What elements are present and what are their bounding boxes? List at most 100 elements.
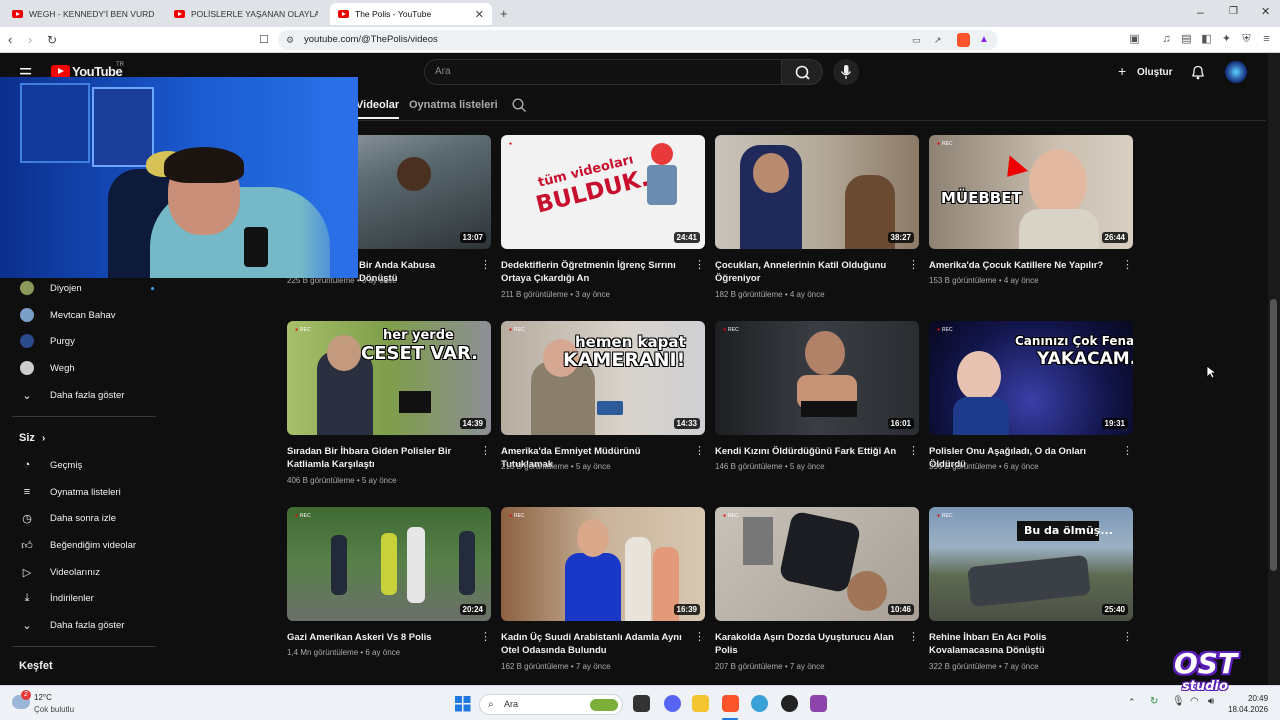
sidebar-show-more-subscriptions[interactable]: ⌄ Daha fazla göster bbox=[20, 386, 160, 404]
minimize-icon[interactable]: – bbox=[1197, 5, 1204, 19]
more-options-icon[interactable]: ⋮ bbox=[908, 631, 919, 643]
close-window-icon[interactable]: ✕ bbox=[1261, 5, 1270, 18]
video-thumbnail[interactable]: 38:27 bbox=[715, 135, 919, 249]
app-icon[interactable] bbox=[751, 695, 768, 712]
sidebar-item-history[interactable]: ◔ Geçmiş bbox=[20, 456, 160, 474]
sidebar-subscription-diyojen[interactable]: Diyojen bbox=[20, 279, 160, 297]
browser-tab-3-active[interactable]: The Polis - YouTube ✕ bbox=[330, 3, 492, 25]
video-thumbnail[interactable]: REC hemen kapat KAMERANI! 14:33 bbox=[501, 321, 705, 435]
obs-icon[interactable] bbox=[781, 695, 798, 712]
brave-browser-icon[interactable] bbox=[722, 695, 739, 712]
bookmark-icon[interactable]: ☐ bbox=[259, 32, 269, 48]
channel-search-icon[interactable] bbox=[512, 98, 527, 118]
new-tab-icon[interactable]: + bbox=[500, 6, 508, 21]
video-title[interactable]: Kendi Kızını Öldürdüğünü Fark Ettiği An bbox=[715, 445, 901, 458]
video-title[interactable]: Çocukları, Annelerinin Katil Olduğunu Öğ… bbox=[715, 259, 901, 285]
reload-icon[interactable]: ↻ bbox=[47, 32, 57, 48]
sidebar-subscription-mevtcan[interactable]: Mevtcan Bahav bbox=[20, 306, 160, 324]
view-count: 406 B görüntüleme bbox=[287, 476, 355, 485]
video-thumbnail[interactable]: REC her yerde CESET VAR. 14:39 bbox=[287, 321, 491, 435]
task-view-icon[interactable] bbox=[633, 695, 650, 712]
thumbnail-figure bbox=[407, 527, 425, 603]
more-options-icon[interactable]: ⋮ bbox=[480, 259, 491, 271]
clock-date[interactable]: 18.04.2026 bbox=[1228, 705, 1268, 714]
browser-tab-1[interactable]: WEGH - KENNEDY'İ BEN VURDUM (O bbox=[4, 3, 162, 25]
sidebar-you-heading[interactable]: Siz › bbox=[19, 432, 45, 444]
chevron-up-icon[interactable]: ⌃ bbox=[1128, 697, 1136, 708]
page-scrollbar[interactable] bbox=[1270, 299, 1277, 571]
leo-ai-icon[interactable]: ✦ bbox=[1220, 33, 1233, 46]
browser-tab-2[interactable]: POLİSLERLE YAŞANAN OLAYLAR #1 bbox=[166, 3, 326, 25]
close-tab-icon[interactable]: ✕ bbox=[475, 8, 484, 21]
create-button[interactable]: Oluştur bbox=[1137, 67, 1173, 78]
more-options-icon[interactable]: ⋮ bbox=[908, 445, 919, 457]
more-options-icon[interactable]: ⋮ bbox=[694, 259, 705, 271]
video-title[interactable]: Amerika'da Çocuk Katillere Ne Yapılır? bbox=[929, 259, 1115, 272]
forward-icon[interactable]: › bbox=[28, 32, 32, 48]
thumbnail-overlay-line2: YAKACAM. bbox=[1037, 349, 1133, 369]
menu-icon[interactable]: ≡ bbox=[1260, 33, 1273, 46]
weather-temp[interactable]: 12°C bbox=[34, 693, 52, 702]
video-title[interactable]: Gazi Amerikan Askeri Vs 8 Polis bbox=[287, 631, 473, 644]
more-options-icon[interactable]: ⋮ bbox=[694, 631, 705, 643]
account-avatar[interactable] bbox=[1225, 61, 1247, 83]
vpn-icon[interactable]: ⛨ bbox=[1240, 33, 1253, 46]
video-title[interactable]: Karakolda Aşırı Dozda Uyuşturucu Alan Po… bbox=[715, 631, 901, 657]
search-input[interactable]: Ara bbox=[424, 59, 782, 85]
sidebar-item-liked-videos[interactable]: 👍︎ Beğendiğim videolar bbox=[20, 536, 160, 554]
sidebar-item-downloads[interactable]: ⤓ İndirilenler bbox=[20, 589, 160, 607]
voice-search-button[interactable] bbox=[833, 59, 859, 85]
search-highlight-icon bbox=[590, 699, 618, 711]
address-bar[interactable]: ⚙ youtube.com/@ThePolis/videos ▭ ↗ ▲ bbox=[278, 30, 998, 50]
video-thumbnail[interactable]: REC 10:46 bbox=[715, 507, 919, 621]
file-explorer-icon[interactable] bbox=[692, 695, 709, 712]
search-button[interactable] bbox=[781, 59, 823, 85]
sidebar-subscription-purgy[interactable]: Purgy bbox=[20, 332, 160, 350]
sidebar-item-your-videos[interactable]: ▷ Videolarınız bbox=[20, 563, 160, 581]
more-options-icon[interactable]: ⋮ bbox=[480, 631, 491, 643]
video-title[interactable]: Dedektiflerin Öğretmenin İğrenç Sırrını … bbox=[501, 259, 687, 285]
music-icon[interactable]: ♫ bbox=[1160, 33, 1173, 46]
brave-shields-icon[interactable] bbox=[957, 33, 970, 47]
tray-app-icon[interactable]: ↻ bbox=[1150, 696, 1158, 707]
tab-videos[interactable]: Videolar bbox=[356, 99, 400, 119]
more-options-icon[interactable]: ⋮ bbox=[1122, 445, 1133, 457]
more-options-icon[interactable]: ⋮ bbox=[908, 259, 919, 271]
app-grid-icon[interactable] bbox=[810, 695, 827, 712]
cast-icon[interactable]: ▭ bbox=[912, 30, 921, 50]
video-thumbnail[interactable]: REC Bu da ölmüş... 25:40 bbox=[929, 507, 1133, 621]
sidebar-icon[interactable]: ▣ bbox=[1128, 33, 1141, 46]
video-thumbnail[interactable]: REC Canınızı Çok Fena YAKACAM. 19:31 bbox=[929, 321, 1133, 435]
more-options-icon[interactable]: ⋮ bbox=[1122, 259, 1133, 271]
discord-icon[interactable] bbox=[664, 695, 681, 712]
sidebar-item-playlists[interactable]: ≡ Oynatma listeleri bbox=[20, 483, 160, 501]
sidebar-show-more-you[interactable]: ⌄ Daha fazla göster bbox=[20, 616, 160, 634]
back-icon[interactable]: ‹ bbox=[8, 32, 12, 48]
share-icon[interactable]: ↗ bbox=[934, 30, 942, 50]
video-thumbnail[interactable]: REC MÜEBBET 26:44 bbox=[929, 135, 1133, 249]
video-thumbnail[interactable]: REC 16:39 bbox=[501, 507, 705, 621]
site-info-icon[interactable]: ⚙ bbox=[286, 30, 294, 50]
clock-time[interactable]: 20:49 bbox=[1248, 694, 1268, 703]
sidebar-subscription-wegh[interactable]: Wegh bbox=[20, 359, 160, 377]
video-title[interactable]: Kadın Üç Suudi Arabistanlı Adamla Aynı O… bbox=[501, 631, 687, 657]
reader-icon[interactable]: ▤ bbox=[1180, 33, 1193, 46]
more-options-icon[interactable]: ⋮ bbox=[694, 445, 705, 457]
more-options-icon[interactable]: ⋮ bbox=[1122, 631, 1133, 643]
video-title[interactable]: Sıradan Bir İhbara Giden Polisler Bir Ka… bbox=[287, 445, 473, 471]
video-thumbnail[interactable]: tüm videoları BULDUK. 24:41 bbox=[501, 135, 705, 249]
tab-playlists[interactable]: Oynatma listeleri bbox=[409, 99, 498, 111]
video-thumbnail[interactable]: REC 20:24 bbox=[287, 507, 491, 621]
wallet-icon[interactable]: ◧ bbox=[1200, 33, 1213, 46]
video-title[interactable]: Rehine İhbarı En Acı Polis Kovalamacasın… bbox=[929, 631, 1115, 657]
notifications-icon[interactable] bbox=[1191, 64, 1205, 85]
sidebar-item-watch-later[interactable]: ◷ Daha sonra izle bbox=[20, 509, 160, 527]
video-thumbnail[interactable]: REC 16:01 bbox=[715, 321, 919, 435]
view-count: 182 B görüntüleme bbox=[715, 290, 783, 299]
restore-icon[interactable]: ❐ bbox=[1229, 6, 1238, 17]
weather-desc[interactable]: Çok bulutlu bbox=[34, 705, 74, 714]
rewards-icon[interactable]: ▲ bbox=[979, 30, 989, 50]
more-options-icon[interactable]: ⋮ bbox=[480, 445, 491, 457]
taskbar-search-input[interactable]: ⌕ Ara bbox=[479, 694, 623, 715]
start-button[interactable] bbox=[455, 696, 471, 717]
